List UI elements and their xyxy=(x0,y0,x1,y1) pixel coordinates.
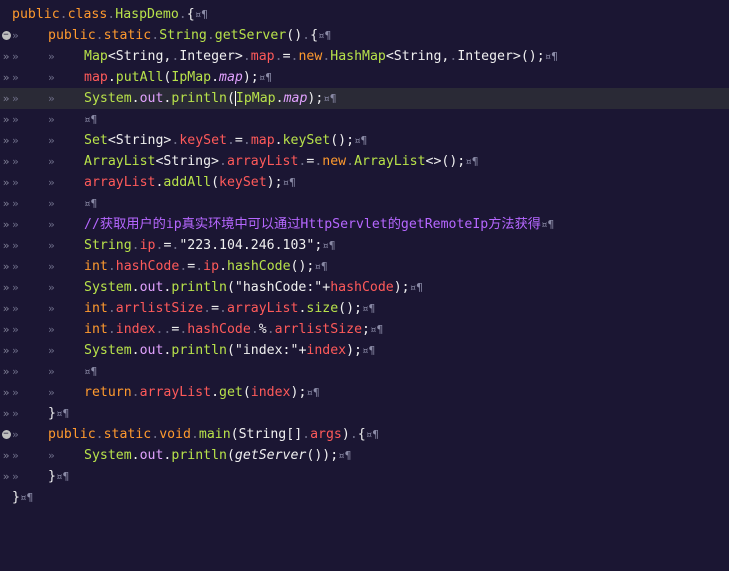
code-text[interactable]: »» System.out.println("hashCode:"+hashCod… xyxy=(12,277,423,298)
code-line[interactable]: » »» ¤¶ xyxy=(0,193,729,214)
code-line[interactable]: − » public.static.String.getServer().{¤¶ xyxy=(0,25,729,46)
code-line[interactable]: » »» return.arrayList.get(index);¤¶ xyxy=(0,382,729,403)
tab-marker: » xyxy=(2,470,10,483)
code-text[interactable]: »}¤¶ xyxy=(12,466,69,487)
code-text[interactable]: »}¤¶ xyxy=(12,403,69,424)
tab-marker: » xyxy=(2,386,10,399)
code-text[interactable]: » public.static.void.main(String[].args).… xyxy=(12,424,379,445)
tab-marker: » xyxy=(2,407,10,420)
tab-marker: » xyxy=(2,155,10,168)
code-line[interactable]: » »» Set<String>.keySet.=.map.keySet();¤¶ xyxy=(0,130,729,151)
code-line[interactable]: − » public.static.void.main(String[].args… xyxy=(0,424,729,445)
code-line[interactable]: » »}¤¶ xyxy=(0,466,729,487)
code-text[interactable]: »» arrayList.addAll(keySet);¤¶ xyxy=(12,172,296,193)
code-text[interactable]: »» Map<String,.Integer>.map.=.new.HashMap… xyxy=(12,46,558,67)
code-text[interactable]: » public.static.String.getServer().{¤¶ xyxy=(12,25,331,46)
code-text[interactable]: »» String.ip.=."223.104.246.103";¤¶ xyxy=(12,235,336,256)
code-line[interactable]: }¤¶ xyxy=(0,487,729,508)
code-text[interactable]: »» ¤¶ xyxy=(12,109,97,130)
code-editor[interactable]: public.class.HaspDemo.{¤¶ − » public.stat… xyxy=(0,4,729,508)
tab-marker: » xyxy=(2,281,10,294)
code-line[interactable]: » »» ¤¶ xyxy=(0,361,729,382)
gutter xyxy=(0,487,12,508)
code-line[interactable]: » »» System.out.println("hashCode:"+hashC… xyxy=(0,277,729,298)
code-text[interactable]: »» Set<String>.keySet.=.map.keySet();¤¶ xyxy=(12,130,367,151)
code-text[interactable]: »» System.out.println(getServer());¤¶ xyxy=(12,445,351,466)
tab-marker: » xyxy=(2,365,10,378)
code-line[interactable]: » »» map.putAll(IpMap.map);¤¶ xyxy=(0,67,729,88)
code-line[interactable]: » »» Map<String,.Integer>.map.=.new.HashM… xyxy=(0,46,729,67)
code-line[interactable]: » »» int.arrlistSize.=.arrayList.size();¤… xyxy=(0,298,729,319)
code-text[interactable]: »» int.index..=.hashCode.%.arrlistSize;¤¶ xyxy=(12,319,383,340)
code-text[interactable]: »» ArrayList<String>.arrayList.=.new.Arra… xyxy=(12,151,478,172)
code-text[interactable]: »» int.arrlistSize.=.arrayList.size();¤¶ xyxy=(12,298,375,319)
tab-marker: » xyxy=(2,344,10,357)
code-line[interactable]: » »» ArrayList<String>.arrayList.=.new.Ar… xyxy=(0,151,729,172)
code-text[interactable]: »» System.out.println("index:"+index);¤¶ xyxy=(12,340,375,361)
tab-marker: » xyxy=(2,71,10,84)
tab-marker: » xyxy=(2,134,10,147)
code-text[interactable]: }¤¶ xyxy=(12,487,33,508)
tab-marker: » xyxy=(2,218,10,231)
fold-toggle-icon[interactable]: − xyxy=(0,25,12,46)
tab-marker: » xyxy=(2,113,10,126)
code-line[interactable]: » »» int.hashCode.=.ip.hashCode();¤¶ xyxy=(0,256,729,277)
fold-toggle-icon[interactable]: − xyxy=(0,424,12,445)
code-text[interactable]: public.class.HaspDemo.{¤¶ xyxy=(12,4,208,25)
tab-marker: » xyxy=(2,239,10,252)
code-line-current[interactable]: » »» System.out.println(IpMap.map);¤¶ xyxy=(0,88,729,109)
code-text[interactable]: »» System.out.println(IpMap.map);¤¶ xyxy=(12,88,337,109)
code-line[interactable]: » »}¤¶ xyxy=(0,403,729,424)
code-text[interactable]: »» ¤¶ xyxy=(12,361,97,382)
tab-marker: » xyxy=(2,449,10,462)
tab-marker: » xyxy=(2,92,10,105)
tab-marker: » xyxy=(2,302,10,315)
code-line[interactable]: » »» System.out.println("index:"+index);¤… xyxy=(0,340,729,361)
code-text[interactable]: »» int.hashCode.=.ip.hashCode();¤¶ xyxy=(12,256,328,277)
code-line[interactable]: » »» int.index..=.hashCode.%.arrlistSize;… xyxy=(0,319,729,340)
tab-marker: » xyxy=(2,323,10,336)
tab-marker: » xyxy=(2,50,10,63)
code-text[interactable]: »» return.arrayList.get(index);¤¶ xyxy=(12,382,320,403)
code-text[interactable]: »» ¤¶ xyxy=(12,193,97,214)
code-line[interactable]: » »» ¤¶ xyxy=(0,109,729,130)
code-line[interactable]: public.class.HaspDemo.{¤¶ xyxy=(0,4,729,25)
code-line[interactable]: » »» String.ip.=."223.104.246.103";¤¶ xyxy=(0,235,729,256)
code-text[interactable]: »»//获取用户的ip真实环境中可以通过HttpServlet的getRemot… xyxy=(12,214,554,235)
tab-marker: » xyxy=(2,260,10,273)
tab-marker: » xyxy=(2,176,10,189)
code-line[interactable]: » »»//获取用户的ip真实环境中可以通过HttpServlet的getRem… xyxy=(0,214,729,235)
code-line[interactable]: » »» System.out.println(getServer());¤¶ xyxy=(0,445,729,466)
code-line[interactable]: » »» arrayList.addAll(keySet);¤¶ xyxy=(0,172,729,193)
code-text[interactable]: »» map.putAll(IpMap.map);¤¶ xyxy=(12,67,272,88)
tab-marker: » xyxy=(2,197,10,210)
gutter xyxy=(0,4,12,25)
